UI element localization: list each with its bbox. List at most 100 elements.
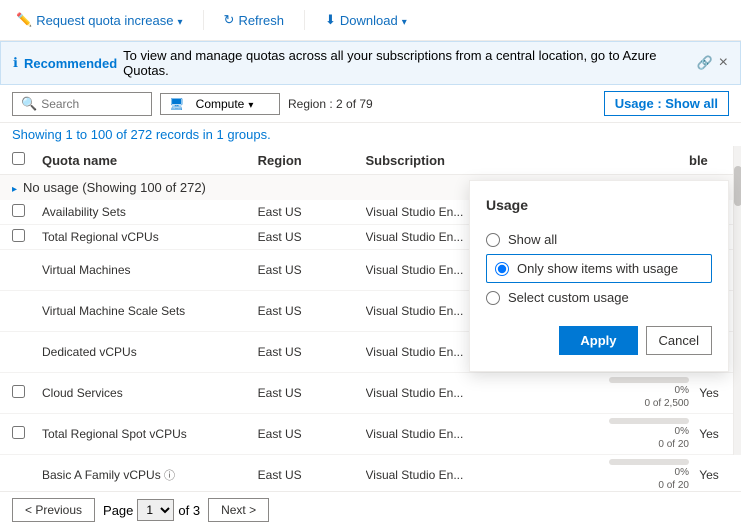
usage-bar-7: 0% 0 of 20 (581, 418, 689, 450)
usage-apply-btn[interactable]: Apply (559, 326, 637, 355)
info-icon: ℹ (13, 55, 18, 71)
ble-6: Yes (689, 386, 729, 400)
header-region: Region (258, 153, 366, 168)
divider-2 (304, 10, 305, 30)
region-7: East US (258, 427, 366, 441)
info-icon-8[interactable]: ⓘ (164, 470, 175, 482)
previous-btn[interactable]: < Previous (12, 498, 95, 522)
records-count-text: Showing 1 to 100 of 272 records in 1 gro… (12, 127, 271, 142)
header-subscription: Subscription (366, 153, 582, 168)
footer: < Previous Page 1 2 3 of 3 Next > (0, 491, 741, 528)
only-show-label: Only show items with usage (517, 261, 678, 276)
region-2: East US (258, 230, 366, 244)
ble-7: Yes (689, 427, 729, 441)
compute-label: Compute (196, 97, 245, 111)
quota-name-3: Virtual Machines (42, 263, 258, 277)
show-all-radio[interactable] (486, 233, 500, 247)
usage-dropdown-actions: Apply Cancel (486, 326, 712, 355)
usage-bar-6: 0% 0 of 2,500 (581, 377, 689, 409)
page-label: Page (103, 503, 133, 518)
custom-usage-option[interactable]: Select custom usage (486, 285, 712, 310)
chevron-down-icon-2 (402, 13, 407, 28)
table-header: Quota name Region Subscription ble (0, 146, 741, 175)
search-icon: 🔍 (21, 96, 37, 112)
region-4: East US (258, 304, 366, 318)
group-toggle-icon[interactable] (12, 180, 17, 195)
refresh-icon: ↻ (224, 12, 235, 28)
usage-btn-label: Usage : Show all (615, 96, 718, 111)
region-8: East US (258, 468, 366, 482)
select-all-checkbox[interactable] (12, 152, 25, 165)
table-row: Basic A Family vCPUs ⓘ East US Visual St… (0, 455, 741, 491)
usage-cancel-btn[interactable]: Cancel (646, 326, 712, 355)
row-checkbox-7[interactable] (12, 426, 25, 439)
row-check-2 (12, 229, 42, 245)
region-3: East US (258, 263, 366, 277)
quota-name-8: Basic A Family vCPUs ⓘ (42, 467, 258, 483)
header-ble: ble (689, 153, 729, 168)
only-show-radio[interactable] (495, 262, 509, 276)
of-pages-label: of 3 (178, 503, 200, 518)
region-6: East US (258, 386, 366, 400)
show-all-option[interactable]: Show all (486, 227, 712, 252)
compute-dropdown[interactable]: 🖥 Compute (160, 93, 280, 115)
region-5: East US (258, 345, 366, 359)
refresh-label: Refresh (238, 13, 284, 28)
subscription-6: Visual Studio En... (366, 386, 582, 400)
row-checkbox-2[interactable] (12, 229, 25, 242)
subscription-8: Visual Studio En... (366, 468, 582, 482)
scrollbar-thumb[interactable] (734, 166, 741, 206)
subscription-7: Visual Studio En... (366, 427, 582, 441)
quota-name-1: Availability Sets (42, 205, 258, 219)
search-input[interactable] (41, 97, 143, 111)
show-all-label: Show all (508, 232, 557, 247)
scrollbar[interactable] (733, 146, 741, 455)
compute-chevron-icon (248, 97, 271, 111)
search-box: 🔍 (12, 92, 152, 116)
page-indicator: Page 1 2 3 of 3 (103, 499, 200, 521)
refresh-btn[interactable]: ↻ Refresh (220, 8, 288, 32)
custom-usage-label: Select custom usage (508, 290, 629, 305)
only-show-option[interactable]: Only show items with usage (486, 254, 712, 283)
chevron-down-icon (178, 13, 183, 28)
monitor-icon: 🖥 (169, 97, 192, 111)
recommendation-banner: ℹ Recommended To view and manage quotas … (0, 41, 741, 85)
quota-name-5: Dedicated vCPUs (42, 345, 258, 359)
quota-name-2: Total Regional vCPUs (42, 230, 258, 244)
region-badge: Region : 2 of 79 (288, 97, 373, 111)
download-btn[interactable]: ⬇ Download (321, 8, 411, 32)
request-quota-btn[interactable]: ✏️ Request quota increase (12, 8, 187, 32)
toolbar: ✏️ Request quota increase ↻ Refresh ⬇ Do… (0, 0, 741, 41)
filter-bar: 🔍 🖥 Compute Region : 2 of 79 Usage : Sho… (0, 85, 741, 123)
header-check (12, 152, 42, 168)
recommended-label: Recommended (24, 56, 117, 71)
row-check-6 (12, 385, 42, 401)
ble-8: Yes (689, 468, 729, 482)
custom-usage-radio[interactable] (486, 291, 500, 305)
usage-dropdown-title: Usage (486, 197, 712, 213)
request-quota-label: Request quota increase (36, 13, 173, 28)
banner-close-btn[interactable]: × (719, 54, 728, 72)
records-info: Showing 1 to 100 of 272 records in 1 gro… (0, 123, 741, 146)
banner-message: To view and manage quotas across all you… (123, 48, 688, 78)
pencil-icon: ✏️ (16, 12, 32, 28)
divider-1 (203, 10, 204, 30)
header-quota-name: Quota name (42, 153, 258, 168)
table-row: Cloud Services East US Visual Studio En.… (0, 373, 741, 414)
usage-dropdown: Usage Show all Only show items with usag… (469, 180, 729, 372)
usage-show-all-btn[interactable]: Usage : Show all (604, 91, 729, 116)
table-wrapper: Quota name Region Subscription ble No us… (0, 146, 741, 491)
quota-name-6: Cloud Services (42, 386, 258, 400)
quota-name-4: Virtual Machine Scale Sets (42, 304, 258, 318)
next-btn[interactable]: Next > (208, 498, 269, 522)
group-label: No usage (Showing 100 of 272) (23, 180, 206, 195)
row-checkbox-1[interactable] (12, 204, 25, 217)
page-select[interactable]: 1 2 3 (137, 499, 174, 521)
row-checkbox-6[interactable] (12, 385, 25, 398)
usage-bar-8: 0% 0 of 20 (581, 459, 689, 491)
table-row: Total Regional Spot vCPUs East US Visual… (0, 414, 741, 455)
row-check-7 (12, 426, 42, 442)
download-icon: ⬇ (325, 12, 336, 28)
download-label: Download (340, 13, 398, 28)
row-check-1 (12, 204, 42, 220)
